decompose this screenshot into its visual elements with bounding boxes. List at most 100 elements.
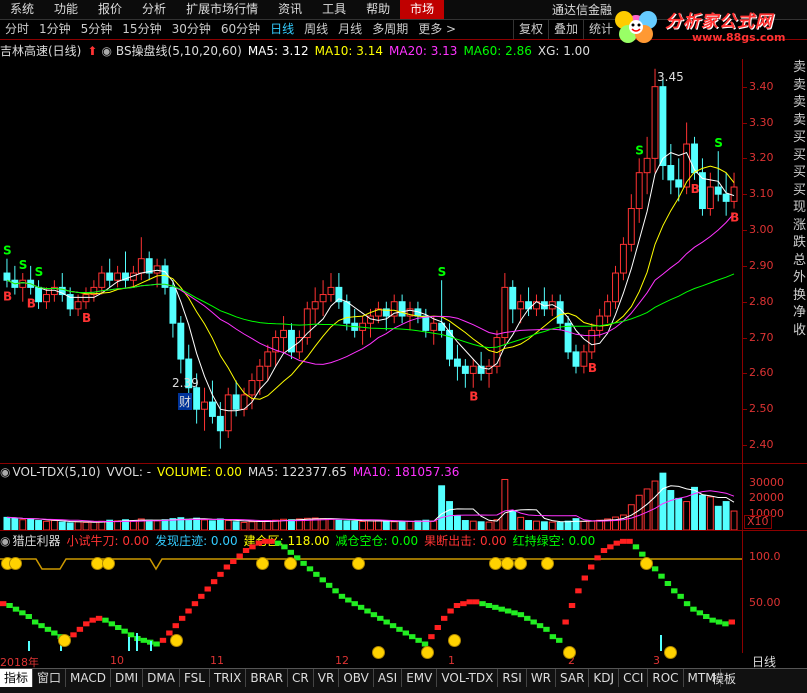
side-tab[interactable]: 卖 <box>792 112 807 130</box>
period-right-tool[interactable]: 叠加 <box>548 20 583 39</box>
ma60-value: MA60: 2.86 <box>463 44 532 58</box>
bottom-tab[interactable]: FSL <box>180 669 210 687</box>
bottom-tab[interactable]: VR <box>314 669 340 687</box>
side-tab[interactable]: 总 <box>792 252 807 270</box>
side-tab[interactable]: 买 <box>792 129 807 147</box>
indicator-block <box>396 626 403 632</box>
period-right-tool[interactable]: 复权 <box>513 20 548 39</box>
bottom-tab[interactable]: WR <box>527 669 557 687</box>
volume-bar <box>698 494 706 530</box>
candle <box>335 273 343 309</box>
menu-item[interactable]: 功能 <box>44 0 88 19</box>
candle <box>3 258 11 288</box>
volume-bar <box>596 519 604 530</box>
bottom-tab[interactable]: CCI <box>619 669 649 687</box>
indicator-block <box>108 621 116 627</box>
indicator-block <box>0 601 7 607</box>
bottom-tab[interactable]: MACD <box>66 669 112 687</box>
indicator-block <box>172 623 179 629</box>
side-tab[interactable]: 买 <box>792 147 807 165</box>
menu-item[interactable]: 市场 <box>400 0 445 19</box>
menu-item[interactable]: 帮助 <box>356 0 400 19</box>
template-button[interactable]: 模板 <box>712 670 736 687</box>
signal-marker: B <box>27 297 36 311</box>
period-tab[interactable]: 5分钟 <box>76 20 118 39</box>
bottom-tab[interactable]: ASI <box>374 669 403 687</box>
price-tick-mark <box>742 409 747 411</box>
indicator-block <box>581 575 588 581</box>
side-tab[interactable]: 现 <box>792 199 807 217</box>
volume-bar <box>398 521 406 530</box>
volume-bar <box>50 520 58 530</box>
side-tab[interactable]: 卖 <box>792 59 807 77</box>
period-tab[interactable]: 30分钟 <box>167 20 216 39</box>
bottom-tab[interactable]: EMV <box>402 669 438 687</box>
signal-marker: B <box>588 361 597 375</box>
bottom-tab[interactable]: TRIX <box>210 669 247 687</box>
volume-bar <box>485 521 493 530</box>
candle <box>422 308 430 338</box>
indicator-block <box>671 588 678 594</box>
volume-bar <box>240 521 248 530</box>
indicator-dropdown-icon[interactable]: ◉ <box>101 44 111 58</box>
smiley-icon <box>9 557 22 570</box>
period-tab[interactable]: 分时 <box>0 20 34 39</box>
menu-item[interactable]: 系统 <box>0 0 44 19</box>
bottom-tab[interactable]: VOL-TDX <box>437 669 499 687</box>
xg-value: XG: 1.00 <box>537 44 590 58</box>
side-tab[interactable]: 卖 <box>792 94 807 112</box>
bottom-tabs: 指标 窗口 MACD DMI DMA FSL TRIX BRAR CR VR OBV ASI EMV VO… <box>0 669 807 687</box>
indicator-block <box>479 601 486 607</box>
main-chart-info: 吉林高速(日线) ⬆ ◉ BS操盘线(5,10,20,60) MA5: 3.12 MA10… <box>0 42 620 58</box>
indicator-block <box>313 571 320 577</box>
volume-bar <box>82 521 90 530</box>
side-tab[interactable]: 涨 <box>792 217 807 235</box>
period-tab[interactable]: 1分钟 <box>34 20 76 39</box>
bottom-tab[interactable]: ROC <box>648 669 684 687</box>
side-tab[interactable]: 换 <box>792 287 807 305</box>
bottom-tab[interactable]: 指标 <box>0 669 34 687</box>
side-tab[interactable]: 卖 <box>792 77 807 95</box>
side-tab[interactable]: 买 <box>792 182 807 200</box>
volume-bar <box>90 521 98 530</box>
bottom-tab[interactable]: DMA <box>143 669 180 687</box>
bottom-tab[interactable]: OBV <box>339 669 374 687</box>
indicator-block <box>460 601 467 607</box>
volume-bar <box>185 518 193 530</box>
menu-item[interactable]: 扩展市场行情 <box>176 0 268 19</box>
ma5-value: MA5: 3.12 <box>247 44 309 58</box>
side-tab[interactable]: 收 <box>792 322 807 340</box>
bottom-tab[interactable]: RSI <box>498 669 527 687</box>
bottom-tab[interactable]: BRAR <box>246 669 289 687</box>
period-tab[interactable]: 月线 <box>333 20 367 39</box>
period-tab[interactable]: 60分钟 <box>216 20 265 39</box>
side-tab[interactable]: 买 <box>792 164 807 182</box>
side-tab[interactable]: 净 <box>792 304 807 322</box>
volume-bar <box>390 521 398 530</box>
period-tab[interactable]: 更多 > <box>413 20 461 39</box>
bottom-tab[interactable]: DMI <box>111 669 144 687</box>
bottom-tab[interactable]: 窗口 <box>33 669 67 687</box>
indicator-block <box>524 615 531 621</box>
finance-badge[interactable]: 财 <box>178 393 193 410</box>
side-tab[interactable]: 跌 <box>792 234 807 252</box>
period-tab[interactable]: 15分钟 <box>117 20 166 39</box>
bottom-tab[interactable]: SAR <box>556 669 590 687</box>
period-tab[interactable]: 周线 <box>299 20 333 39</box>
smiley-icon <box>170 634 183 647</box>
menu-item[interactable]: 分析 <box>132 0 176 19</box>
menu-item[interactable]: 工具 <box>312 0 356 19</box>
candlestick-chart: SSSBBBSBBSBSB <box>3 68 739 449</box>
bottom-tab[interactable]: KDJ <box>589 669 620 687</box>
bottom-tab[interactable]: CR <box>288 669 314 687</box>
menu-item[interactable]: 资讯 <box>268 0 312 19</box>
period-tab[interactable]: 多周期 <box>367 20 413 39</box>
period-tab[interactable]: 日线 <box>265 20 299 39</box>
volume-bar <box>477 521 485 530</box>
side-tab[interactable]: 外 <box>792 269 807 287</box>
menu-item[interactable]: 报价 <box>88 0 132 19</box>
indicator-name[interactable]: BS操盘线(5,10,20,60) <box>116 44 242 58</box>
volume-bar <box>643 488 651 530</box>
daily-button[interactable]: 日线 <box>752 653 776 670</box>
price-tick-mark <box>742 373 747 375</box>
